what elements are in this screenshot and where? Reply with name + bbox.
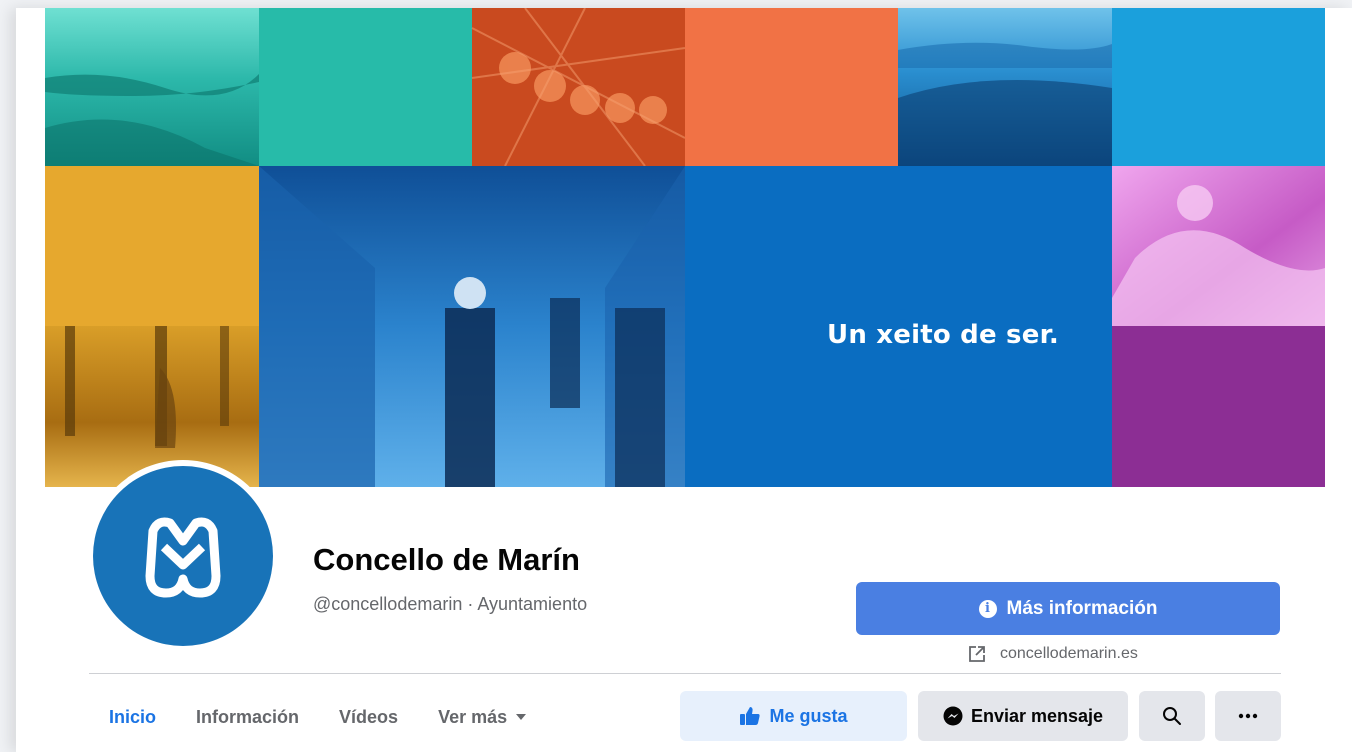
external-link-icon: [969, 646, 985, 662]
like-label: Me gusta: [769, 705, 848, 726]
tab-inicio[interactable]: Inicio: [89, 690, 176, 744]
send-message-button[interactable]: Enviar mensaje: [918, 691, 1128, 741]
cover-orange-tile: [685, 8, 898, 166]
more-info-label: Más información: [1006, 597, 1158, 619]
cover-amber-tile: [45, 166, 259, 326]
tab-label: Vídeos: [339, 706, 399, 727]
search-icon: [1163, 707, 1181, 725]
marin-logo-icon: [145, 517, 221, 598]
more-options-button[interactable]: [1215, 691, 1281, 741]
tab-label: Inicio: [109, 706, 157, 727]
info-icon: i: [978, 599, 997, 618]
cover-photo[interactable]: Un xeito de ser.: [45, 8, 1325, 487]
website-link[interactable]: concellodemarin.es: [968, 645, 1138, 663]
marin-logo: [93, 466, 273, 646]
cover-teal-tile: [259, 8, 472, 166]
more-icon: [1238, 713, 1258, 719]
tab-label: Información: [196, 706, 300, 727]
tab-informacion[interactable]: Información: [176, 690, 319, 744]
thumbs-up-icon: [740, 707, 761, 725]
website-url: concellodemarin.es: [1000, 645, 1138, 662]
send-message-label: Enviar mensaje: [970, 705, 1104, 726]
more-info-button[interactable]: i Más información: [856, 582, 1280, 635]
header-divider: [89, 673, 1281, 674]
page-handle: @concellodemarin · Ayuntamiento: [313, 594, 588, 614]
caret-down-icon: [516, 714, 527, 720]
cover-sky-tile: [1112, 8, 1325, 166]
cover-tagline: Un xeito de ser.: [827, 319, 1059, 350]
page-title: Concello de Marín: [313, 542, 580, 577]
messenger-icon: [943, 706, 963, 726]
tab-ver-mas[interactable]: Ver más: [418, 690, 547, 744]
tab-label: Ver más: [438, 706, 508, 727]
like-button[interactable]: Me gusta: [680, 691, 907, 741]
page-avatar[interactable]: [87, 460, 279, 652]
tab-videos[interactable]: Vídeos: [319, 690, 418, 744]
search-button[interactable]: [1139, 691, 1205, 741]
page-tabs: Inicio Información Vídeos Ver más: [89, 690, 547, 744]
